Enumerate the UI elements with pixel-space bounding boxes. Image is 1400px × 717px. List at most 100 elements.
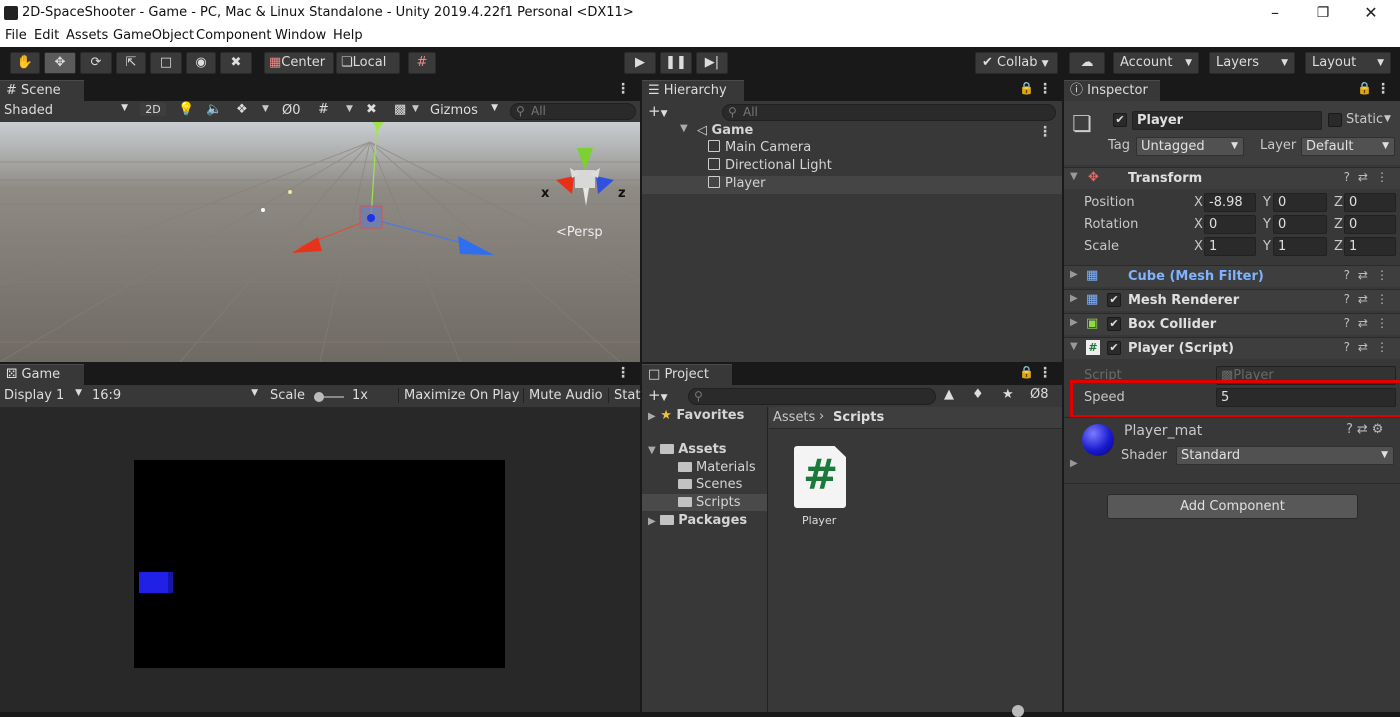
breadcrumb-scripts[interactable]: Scripts bbox=[833, 410, 884, 425]
game-view[interactable] bbox=[134, 460, 505, 668]
position-z-field[interactable]: 0 bbox=[1344, 193, 1396, 212]
file-label[interactable]: Player bbox=[802, 514, 836, 527]
hidden-packages-toggle[interactable]: Ø8 bbox=[1030, 387, 1049, 402]
chevron-down-icon[interactable]: ▼ bbox=[346, 104, 353, 114]
component-actions-icon[interactable]: ?⇄⋮ bbox=[1344, 268, 1396, 282]
transform-tool-icon[interactable]: ◉ bbox=[186, 52, 216, 74]
kebab-menu-icon[interactable]: ⋮ bbox=[1038, 365, 1052, 381]
gizmos-dropdown[interactable]: Gizmos ▼ bbox=[430, 103, 500, 118]
favorite-star-icon[interactable]: ★ bbox=[1002, 387, 1014, 402]
lock-icon[interactable]: 🔒 bbox=[1019, 365, 1034, 379]
layer-dropdown[interactable]: Default ▼ bbox=[1301, 137, 1395, 156]
scale-x-field[interactable]: 1 bbox=[1204, 237, 1256, 256]
hidden-objects-toggle[interactable]: Ø0 bbox=[282, 103, 301, 118]
tab-project[interactable]: □ Project bbox=[642, 364, 732, 385]
project-search-input[interactable]: ⚲ bbox=[688, 388, 936, 405]
custom-tool-icon[interactable]: ✖ bbox=[220, 52, 252, 74]
scale-y-field[interactable]: 1 bbox=[1273, 237, 1327, 256]
collab-dropdown[interactable]: ✔ Collab ▼ bbox=[975, 52, 1058, 74]
tab-hierarchy[interactable]: ☰ Hierarchy bbox=[642, 80, 744, 101]
minimize-button[interactable]: – bbox=[1252, 2, 1298, 26]
pivot-center-button[interactable]: ▦Center bbox=[264, 52, 334, 74]
player-script-enabled-checkbox[interactable]: ✔ bbox=[1107, 341, 1121, 355]
pause-button[interactable]: ❚❚ bbox=[660, 52, 692, 74]
hand-tool-icon[interactable]: ✋ bbox=[10, 52, 40, 74]
layers-dropdown[interactable]: Layers ▼ bbox=[1209, 52, 1295, 74]
list-item[interactable]: Player bbox=[708, 176, 765, 191]
component-actions-icon[interactable]: ?⇄⋮ bbox=[1344, 292, 1396, 306]
favorites-item[interactable]: ▶ ★ Favorites bbox=[648, 408, 744, 423]
add-object-button[interactable]: +▼ bbox=[648, 102, 668, 120]
account-dropdown[interactable]: Account ▼ bbox=[1113, 52, 1199, 74]
chevron-down-icon[interactable]: ▼ bbox=[262, 104, 269, 114]
chevron-down-icon[interactable]: ▼ bbox=[412, 104, 419, 114]
scene-search-input[interactable]: ⚲ All bbox=[510, 103, 636, 120]
mute-audio-toggle[interactable]: Mute Audio bbox=[523, 388, 603, 403]
kebab-menu-icon[interactable]: ⋮ bbox=[616, 365, 630, 381]
stats-toggle[interactable]: Stat bbox=[608, 388, 640, 403]
menu-gameobject[interactable]: GameObject bbox=[113, 28, 194, 43]
tab-scene[interactable]: # Scene bbox=[0, 80, 84, 101]
transform-header[interactable]: ▼ ✥ Transform ?⇄⋮ bbox=[1064, 167, 1400, 189]
component-actions-icon[interactable]: ?⇄⋮ bbox=[1344, 340, 1396, 354]
audio-icon[interactable]: 🔈 bbox=[206, 102, 222, 117]
effects-icon[interactable]: ❖ bbox=[236, 102, 248, 117]
mesh-filter-header[interactable]: ▶ ▦ Cube (Mesh Filter) ?⇄⋮ bbox=[1064, 265, 1400, 287]
move-tool-icon[interactable]: ✥ bbox=[44, 52, 76, 74]
toggle-2d-button[interactable]: 2D bbox=[140, 103, 166, 116]
list-item-selected[interactable] bbox=[642, 176, 1062, 194]
filter-type-icon[interactable]: ▲ bbox=[944, 387, 954, 402]
pivot-local-button[interactable]: ❏Local bbox=[336, 52, 400, 74]
tab-game[interactable]: ⚄ Game bbox=[0, 364, 84, 385]
box-collider-header[interactable]: ▶ ▣ ✔ Box Collider ?⇄⋮ bbox=[1064, 313, 1400, 335]
aspect-dropdown[interactable]: 16:9 ▼ bbox=[92, 388, 260, 403]
folder-item[interactable]: Scripts bbox=[678, 495, 740, 510]
position-y-field[interactable]: 0 bbox=[1273, 193, 1327, 212]
expand-arrow-icon[interactable]: ▶ bbox=[1070, 458, 1078, 469]
mesh-renderer-enabled-checkbox[interactable]: ✔ bbox=[1107, 293, 1121, 307]
menu-component[interactable]: Component bbox=[196, 28, 271, 43]
menu-assets[interactable]: Assets bbox=[66, 28, 108, 43]
rotation-x-field[interactable]: 0 bbox=[1204, 215, 1256, 234]
play-button[interactable]: ▶ bbox=[624, 52, 656, 74]
kebab-menu-icon[interactable]: ⋮ bbox=[1038, 124, 1052, 140]
active-checkbox[interactable]: ✔ bbox=[1113, 113, 1127, 127]
shading-mode-dropdown[interactable]: Shaded ▼ bbox=[4, 103, 130, 118]
scale-z-field[interactable]: 1 bbox=[1344, 237, 1396, 256]
expand-arrow-icon[interactable]: ▼ bbox=[680, 123, 688, 134]
static-checkbox[interactable] bbox=[1328, 113, 1342, 127]
maximize-on-play-toggle[interactable]: Maximize On Play bbox=[398, 388, 519, 403]
component-actions-icon[interactable]: ?⇄⋮ bbox=[1344, 316, 1396, 330]
position-x-field[interactable]: -8.98 bbox=[1204, 193, 1256, 212]
mesh-renderer-header[interactable]: ▶ ▦ ✔ Mesh Renderer ?⇄⋮ bbox=[1064, 289, 1400, 311]
scale-slider-thumb[interactable] bbox=[314, 392, 324, 402]
rotate-tool-icon[interactable]: ⟳ bbox=[80, 52, 112, 74]
icon-size-slider-thumb[interactable] bbox=[1012, 705, 1024, 717]
step-button[interactable]: ▶| bbox=[696, 52, 728, 74]
box-collider-enabled-checkbox[interactable]: ✔ bbox=[1107, 317, 1121, 331]
close-button[interactable]: ✕ bbox=[1348, 2, 1394, 26]
rotation-y-field[interactable]: 0 bbox=[1273, 215, 1327, 234]
kebab-menu-icon[interactable]: ⋮ bbox=[1376, 81, 1390, 97]
breadcrumb-assets[interactable]: Assets bbox=[773, 410, 815, 425]
create-asset-button[interactable]: +▼ bbox=[648, 386, 668, 404]
player-script-header[interactable]: ▼ # ✔ Player (Script) ?⇄⋮ bbox=[1064, 337, 1400, 359]
layout-dropdown[interactable]: Layout ▼ bbox=[1305, 52, 1391, 74]
tag-dropdown[interactable]: Untagged ▼ bbox=[1136, 137, 1244, 156]
packages-item[interactable]: ▶ Packages bbox=[648, 513, 747, 528]
kebab-menu-icon[interactable]: ⋮ bbox=[616, 81, 630, 97]
scale-tool-icon[interactable]: ⇱ bbox=[116, 52, 146, 74]
menu-window[interactable]: Window bbox=[275, 28, 326, 43]
list-item[interactable]: Main Camera bbox=[708, 140, 811, 155]
assets-item[interactable]: ▼ Assets bbox=[648, 442, 727, 457]
material-actions-icon[interactable]: ?⇄⚙ bbox=[1346, 422, 1387, 437]
object-name-field[interactable]: Player bbox=[1132, 111, 1322, 130]
tools-icon[interactable]: ✖ bbox=[366, 102, 377, 117]
filter-label-icon[interactable]: ♦ bbox=[972, 387, 984, 402]
display-dropdown[interactable]: Display 1 ▼ bbox=[4, 388, 84, 403]
menu-file[interactable]: File bbox=[5, 28, 27, 43]
camera-icon[interactable]: ▩ bbox=[394, 102, 406, 117]
hierarchy-search-input[interactable]: ⚲ All bbox=[722, 104, 1056, 121]
scene-viewport[interactable]: x z <Persp bbox=[0, 122, 640, 362]
cloud-icon[interactable]: ☁ bbox=[1069, 52, 1105, 74]
